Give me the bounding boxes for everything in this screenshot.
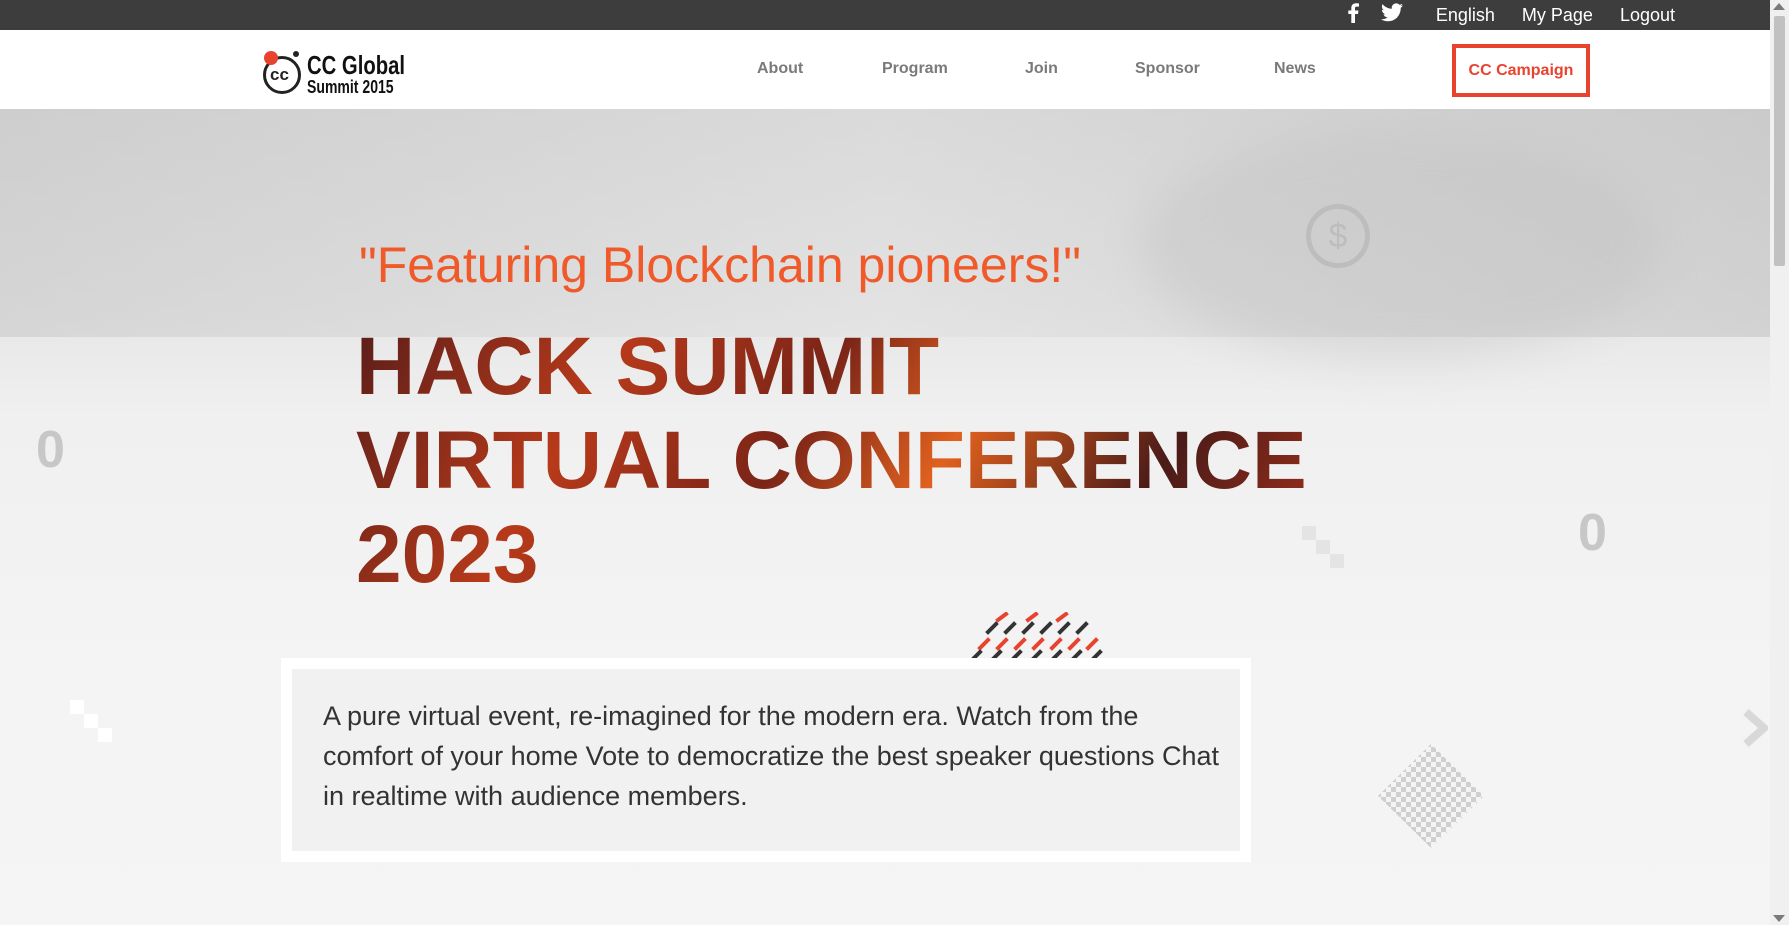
nav-join[interactable]: Join	[1025, 60, 1058, 78]
hero-headline: HACK SUMMIT VIRTUAL CONFERENCE 2023	[356, 320, 1307, 602]
zero-glyph-icon: 0	[1578, 504, 1607, 562]
diamond-pattern-icon	[1378, 744, 1484, 848]
page-scrollbar[interactable]	[1770, 0, 1789, 925]
no-dollar-icon: $	[1306, 204, 1370, 268]
pixel-steps-icon	[70, 700, 112, 742]
chevron-right-icon[interactable]	[1742, 708, 1768, 756]
scroll-up-arrow-icon[interactable]	[1773, 3, 1785, 10]
headline-line-3: 2023	[356, 509, 539, 600]
nav-sponsor[interactable]: Sponsor	[1135, 60, 1200, 78]
facebook-icon[interactable]	[1347, 2, 1359, 28]
language-selector[interactable]: English	[1436, 5, 1495, 26]
dash-pattern-icon	[969, 612, 1103, 660]
logo-dot	[264, 51, 278, 65]
hero-tagline: "Featuring Blockchain pioneers!"	[359, 237, 1081, 293]
site-logo[interactable]: cc CC Global Summit 2015	[261, 42, 411, 98]
scrollbar-thumb[interactable]	[1774, 16, 1785, 266]
cc-campaign-button[interactable]: CC Campaign	[1452, 44, 1590, 97]
headline-line-2: VIRTUAL CONFERENCE	[356, 415, 1307, 506]
nav-program[interactable]: Program	[882, 60, 948, 78]
top-utility-bar: English My Page Logout	[0, 0, 1770, 30]
my-page-link[interactable]: My Page	[1522, 5, 1593, 26]
logo-dot-small	[293, 51, 299, 57]
event-description: A pure virtual event, re-imagined for th…	[323, 701, 1219, 811]
nav-news[interactable]: News	[1274, 60, 1316, 78]
pixel-steps-icon	[1302, 526, 1344, 568]
scroll-down-arrow-icon[interactable]	[1773, 915, 1785, 922]
logout-link[interactable]: Logout	[1620, 5, 1675, 26]
nav-about[interactable]: About	[757, 60, 803, 78]
zero-glyph-icon: 0	[36, 421, 65, 479]
main-navbar: cc CC Global Summit 2015 About Program J…	[0, 30, 1770, 109]
logo-subtitle: Summit 2015	[307, 77, 394, 97]
headline-line-1: HACK SUMMIT	[356, 321, 940, 412]
twitter-icon[interactable]	[1380, 3, 1403, 27]
